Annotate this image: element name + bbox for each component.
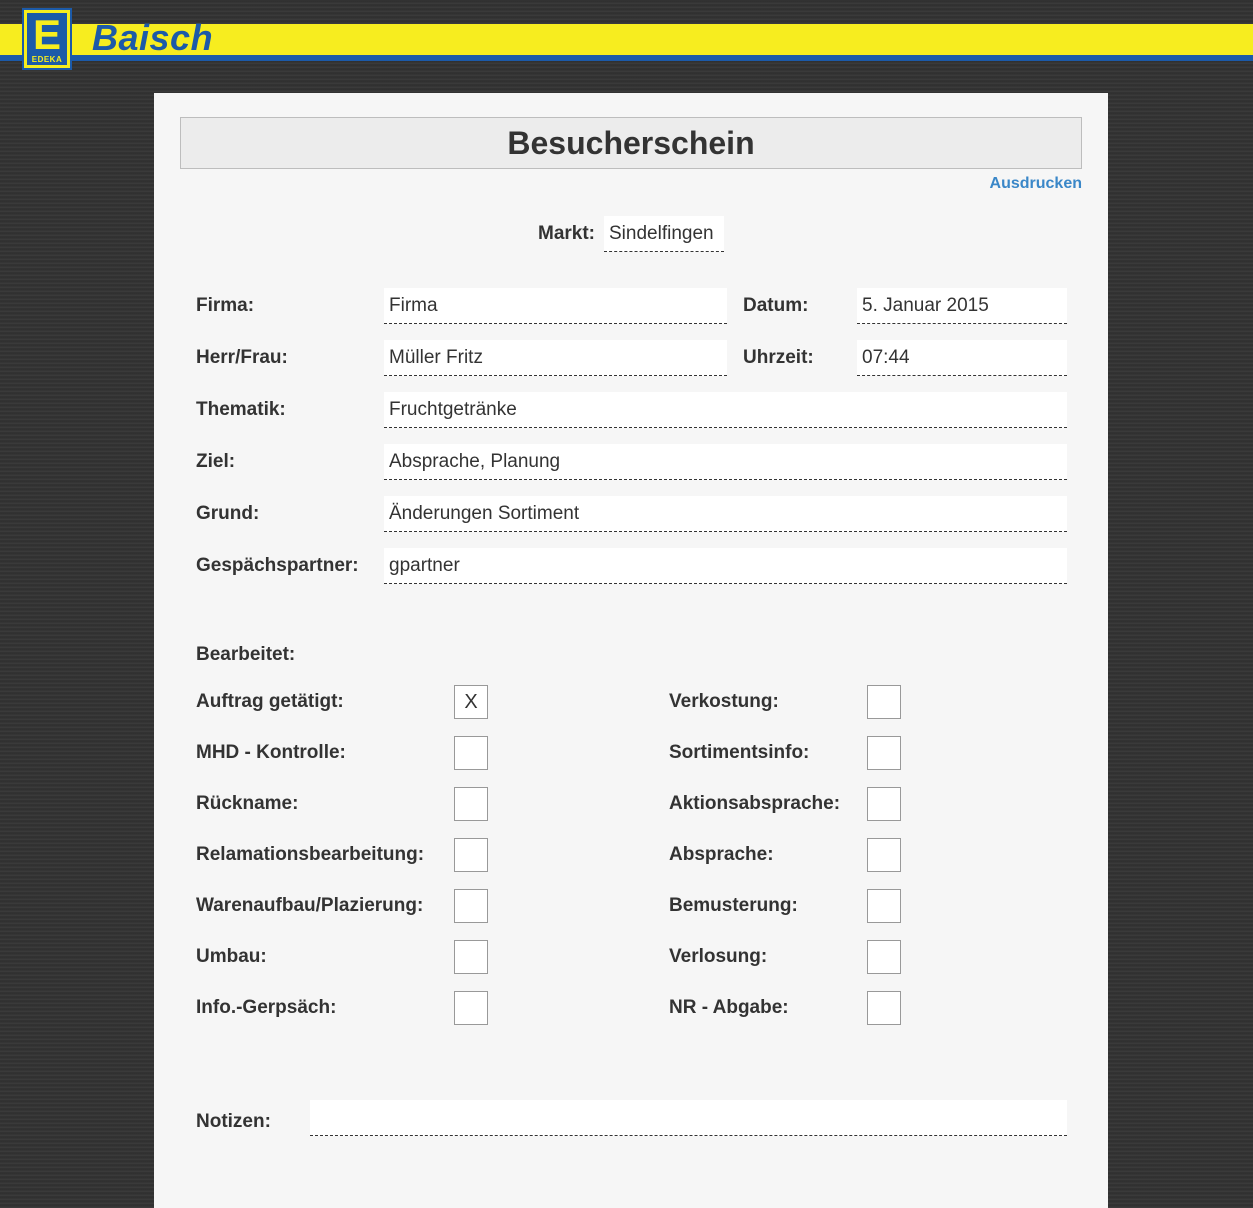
uhrzeit-label: Uhrzeit: xyxy=(743,347,814,368)
checkbox-warenaufbau[interactable] xyxy=(454,889,488,923)
brand-name[interactable]: Baisch xyxy=(92,18,213,58)
markt-field[interactable]: Sindelfingen xyxy=(604,216,724,252)
ziel-field[interactable]: Absprache, Planung xyxy=(384,444,1067,480)
check-label-mhd: MHD - Kontrolle: xyxy=(196,742,346,763)
check-label-rueckname: Rückname: xyxy=(196,793,299,814)
grund-label: Grund: xyxy=(196,503,260,524)
check-label-umbau: Umbau: xyxy=(196,946,267,967)
thematik-label: Thematik: xyxy=(196,399,286,420)
print-link[interactable]: Ausdrucken xyxy=(990,175,1082,193)
logo-inner: E EDEKA xyxy=(27,13,67,65)
check-label-sortimentsinfo: Sortimentsinfo: xyxy=(669,742,810,763)
check-label-aktionsabsprache: Aktionsabsprache: xyxy=(669,793,841,814)
grund-field[interactable]: Änderungen Sortiment xyxy=(384,496,1067,532)
check-label-nr-abgabe: NR - Abgabe: xyxy=(669,997,789,1018)
checkbox-nr-abgabe[interactable] xyxy=(867,991,901,1025)
checkbox-mhd[interactable] xyxy=(454,736,488,770)
checkbox-verkostung[interactable] xyxy=(867,685,901,719)
check-label-bemusterung: Bemusterung: xyxy=(669,895,798,916)
checkbox-aktionsabsprache[interactable] xyxy=(867,787,901,821)
herr-frau-label: Herr/Frau: xyxy=(196,347,288,368)
checkbox-bemusterung[interactable] xyxy=(867,889,901,923)
checkbox-auftrag[interactable]: X xyxy=(454,685,488,719)
checkbox-sortimentsinfo[interactable] xyxy=(867,736,901,770)
check-label-absprache: Absprache: xyxy=(669,844,774,865)
markt-label: Markt: xyxy=(538,223,596,244)
notizen-field[interactable] xyxy=(310,1100,1067,1136)
check-label-auftrag: Auftrag getätigt: xyxy=(196,691,344,712)
edeka-logo[interactable]: E EDEKA xyxy=(22,8,72,70)
checkbox-info[interactable] xyxy=(454,991,488,1025)
thematik-field[interactable]: Fruchtgetränke xyxy=(384,392,1067,428)
herr-frau-field[interactable]: Müller Fritz xyxy=(384,340,727,376)
gespraechspartner-field[interactable]: gpartner xyxy=(384,548,1067,584)
checkbox-rueckname[interactable] xyxy=(454,787,488,821)
check-label-info: Info.-Gerpsäch: xyxy=(196,997,337,1018)
logo-subtext: EDEKA xyxy=(31,55,63,64)
datum-field[interactable]: 5. Januar 2015 xyxy=(857,288,1067,324)
notizen-label: Notizen: xyxy=(196,1111,271,1132)
datum-label: Datum: xyxy=(743,295,809,316)
uhrzeit-field[interactable]: 07:44 xyxy=(857,340,1067,376)
checkbox-absprache[interactable] xyxy=(867,838,901,872)
check-label-verlosung: Verlosung: xyxy=(669,946,768,967)
check-label-relamation: Relamationsbearbeitung: xyxy=(196,844,425,865)
firma-label: Firma: xyxy=(196,295,255,316)
firma-field[interactable]: Firma xyxy=(384,288,727,324)
checkbox-verlosung[interactable] xyxy=(867,940,901,974)
ziel-label: Ziel: xyxy=(196,451,236,472)
logo-letter: E xyxy=(32,11,61,58)
bearbeitet-label: Bearbeitet: xyxy=(196,644,296,665)
checkbox-umbau[interactable] xyxy=(454,940,488,974)
gespraechspartner-label: Gespächspartner: xyxy=(196,555,359,576)
form-title: Besucherschein xyxy=(180,117,1082,169)
check-label-verkostung: Verkostung: xyxy=(669,691,779,712)
checkbox-relamation[interactable] xyxy=(454,838,488,872)
check-label-warenaufbau: Warenaufbau/Plazierung: xyxy=(196,895,424,916)
form-paper: Besucherschein Ausdrucken Markt: Sindelf… xyxy=(154,93,1108,1208)
